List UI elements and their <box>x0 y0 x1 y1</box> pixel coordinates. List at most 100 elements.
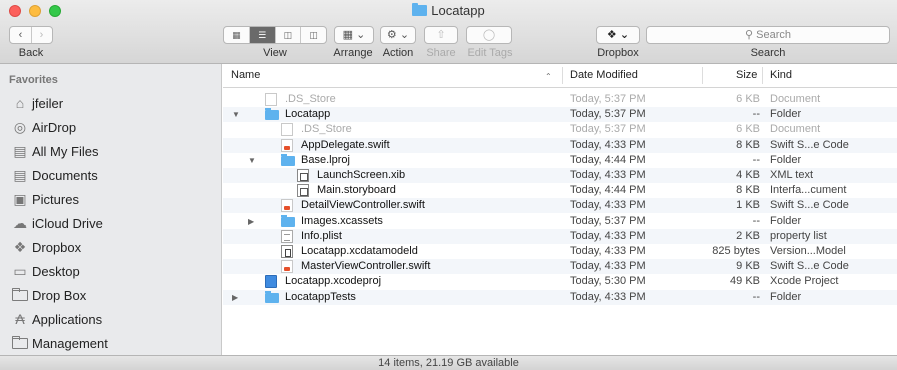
file-size: 4 KB <box>736 169 760 181</box>
file-kind: Interfa...cument <box>770 184 847 197</box>
file-date: Today, 4:33 PM <box>570 260 646 273</box>
search-input[interactable]: ⚲ Search <box>646 26 890 44</box>
gear-icon: ⚙ ⌄ <box>386 29 410 41</box>
column-view-icon[interactable]: ◫ <box>276 27 302 43</box>
folder-file-icon <box>265 108 279 121</box>
folder-file-icon <box>265 290 279 303</box>
edit-tags-button[interactable]: ◯ <box>466 26 512 44</box>
file-name: DetailViewController.swift <box>301 199 425 212</box>
file-kind: Folder <box>770 214 802 227</box>
file-kind: Swift S...e Code <box>770 199 849 212</box>
table-row[interactable]: ▼ Locatapp Today, 5:37 PM -- Folder <box>223 107 897 123</box>
table-row[interactable]: LaunchScreen.xib Today, 4:33 PM 4 KB XML te… <box>223 168 897 183</box>
back-forward-buttons[interactable]: ‹ › <box>9 26 53 44</box>
edit-tags-label: Edit Tags <box>467 47 513 59</box>
file-size: 825 bytes <box>712 245 760 257</box>
disclosure-expanded-icon[interactable]: ▼ <box>248 153 256 168</box>
tag-icon: ◯ <box>482 29 496 41</box>
sidebar-item-icloud-drive[interactable]: ☁ iCloud Drive <box>0 212 222 236</box>
arrange-label: Arrange <box>333 47 373 59</box>
file-size: -- <box>752 108 760 121</box>
file-size: 6 KB <box>736 123 760 136</box>
file-date: Today, 4:33 PM <box>570 169 646 181</box>
file-date: Today, 5:37 PM <box>570 214 646 227</box>
file-date: Today, 5:37 PM <box>570 93 646 105</box>
back-arrow-icon[interactable]: ‹ <box>10 27 31 43</box>
title-bar: Locatapp ‹ › Back ▦ ☰ ◫ ◫ View ▦ ⌄ Arrang… <box>0 0 897 64</box>
table-row[interactable]: MasterViewController.swift Today, 4:33 PM… <box>223 259 897 275</box>
file-kind: Version...Model <box>770 245 846 257</box>
column-header-name[interactable]: Name <box>231 69 260 81</box>
file-date: Today, 4:33 PM <box>570 199 646 212</box>
file-name: Locatapp <box>285 108 331 121</box>
table-row[interactable]: .DS_Store Today, 5:37 PM 6 KB Document <box>223 92 897 107</box>
file-kind: Swift S...e Code <box>770 138 849 151</box>
folder-icon <box>12 288 28 301</box>
swift-file-icon <box>281 138 293 152</box>
table-row[interactable]: Info.plist Today, 4:33 PM 2 KB property lis… <box>223 228 897 244</box>
forward-arrow-icon[interactable]: › <box>31 27 52 43</box>
sidebar-item-desktop[interactable]: ▭ Desktop <box>0 260 222 284</box>
table-row[interactable]: Locatapp.xcodeproj Today, 5:30 PM 49 KB Xco… <box>223 274 897 289</box>
column-header-size[interactable]: Size <box>736 69 757 81</box>
sidebar-item-management[interactable]: Management <box>0 332 222 356</box>
table-row[interactable]: Locatapp.xcdatamodeld Today, 4:33 PM 825 b… <box>223 244 897 259</box>
search-icon: ⚲ <box>745 29 754 41</box>
sidebar-item-airdrop[interactable]: ◎ AirDrop <box>0 116 222 140</box>
disclosure-expanded-icon[interactable]: ▼ <box>232 107 240 122</box>
table-row[interactable]: .DS_Store Today, 5:37 PM 6 KB Document <box>223 122 897 137</box>
file-name: LocatappTests <box>285 290 356 303</box>
xib-file-icon <box>297 169 309 182</box>
table-row[interactable]: ▶ Images.xcassets Today, 5:37 PM -- Folder <box>223 214 897 229</box>
disclosure-collapsed-icon[interactable]: ▶ <box>232 290 238 305</box>
file-size: 9 KB <box>736 260 760 273</box>
folder-icon <box>412 3 428 16</box>
sidebar-item-documents[interactable]: ▤ Documents <box>0 164 222 188</box>
doc-file-icon <box>281 123 293 137</box>
sidebar-item-jfeiler[interactable]: ⌂ jfeiler <box>0 92 222 116</box>
table-row[interactable]: AppDelegate.swift Today, 4:33 PM 8 KB Swift… <box>223 137 897 153</box>
dropbox-button[interactable]: ❖ ⌄ <box>596 26 640 44</box>
cover-flow-icon[interactable]: ◫ <box>301 27 326 43</box>
proj-file-icon <box>265 275 277 289</box>
action-button[interactable]: ⚙ ⌄ <box>380 26 416 44</box>
arrange-button[interactable]: ▦ ⌄ <box>334 26 374 44</box>
table-row[interactable]: ▶ LocatappTests Today, 4:33 PM -- Folder <box>223 289 897 305</box>
sidebar-item-applications[interactable]: ₳ Applications <box>0 308 222 332</box>
sidebar-item-all-my-files[interactable]: ▤ All My Files <box>0 140 222 164</box>
file-date: Today, 4:44 PM <box>570 184 646 197</box>
view-label: View <box>263 47 287 59</box>
view-mode-selector[interactable]: ▦ ☰ ◫ ◫ <box>223 26 327 44</box>
file-kind: Folder <box>770 290 802 303</box>
file-kind: property list <box>770 229 827 242</box>
disclosure-collapsed-icon[interactable]: ▶ <box>248 214 254 229</box>
file-list: Name ⌃ Date Modified Size Kind .DS_Store… <box>223 64 897 355</box>
list-view-icon[interactable]: ☰ <box>249 27 276 43</box>
share-label: Share <box>426 47 456 59</box>
file-size: -- <box>752 214 760 227</box>
table-row[interactable]: DetailViewController.swift Today, 4:33 PM… <box>223 198 897 214</box>
home-icon: ⌂ <box>15 95 25 111</box>
airdrop-icon: ◎ <box>13 119 27 135</box>
icon-view-icon[interactable]: ▦ <box>224 27 250 43</box>
folder-file-icon <box>281 153 295 166</box>
dropbox-label: Dropbox <box>597 47 639 59</box>
dropbox-icon: ❖ ⌄ <box>606 29 630 41</box>
file-kind: Folder <box>770 153 802 166</box>
file-name: Base.lproj <box>301 153 350 166</box>
column-header-kind[interactable]: Kind <box>770 69 792 81</box>
sidebar-item-pictures[interactable]: ▣ Pictures <box>0 188 222 212</box>
sidebar-item-dropbox[interactable]: ❖ Dropbox <box>0 236 222 260</box>
share-button[interactable]: ⇧ <box>424 26 458 44</box>
sidebar-item-drop-box[interactable]: Drop Box <box>0 284 222 308</box>
documents-icon: ▤ <box>13 167 27 183</box>
file-date: Today, 4:33 PM <box>570 290 646 303</box>
table-row[interactable]: ▼ Base.lproj Today, 4:44 PM -- Folder <box>223 153 897 168</box>
plist-file-icon <box>281 229 293 243</box>
file-kind: Document <box>770 93 821 105</box>
column-header-date[interactable]: Date Modified <box>570 69 638 81</box>
arrange-grid-icon: ▦ ⌄ <box>342 29 366 41</box>
swift-file-icon <box>281 260 293 274</box>
table-row[interactable]: Main.storyboard Today, 4:44 PM 8 KB Interfa… <box>223 183 897 198</box>
all-files-icon: ▤ <box>13 143 27 159</box>
